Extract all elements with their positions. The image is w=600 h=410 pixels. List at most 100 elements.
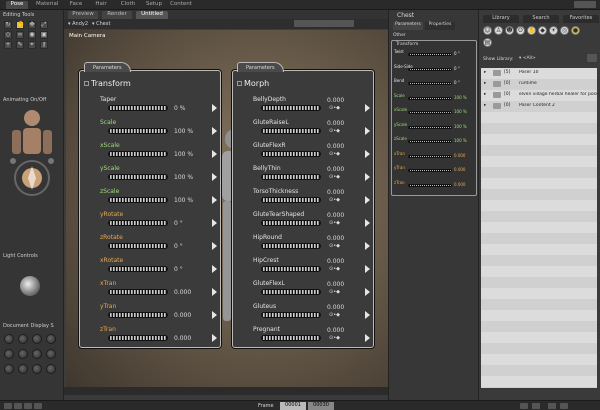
parameter-dial[interactable] <box>108 289 168 295</box>
group-other[interactable]: Other <box>393 33 406 38</box>
chest-parameter-dial[interactable] <box>408 169 452 172</box>
parameter-menu-arrow-icon[interactable] <box>365 196 370 204</box>
parameter-value[interactable]: 0 % <box>174 105 185 112</box>
library-row[interactable]: ▸ [0] Poser Content 2 <box>481 101 597 112</box>
tab-favorites[interactable]: Favorites <box>563 15 599 23</box>
first-frame-button[interactable] <box>4 403 12 409</box>
morph-options-icon[interactable]: ⊙•◆ <box>329 105 340 111</box>
parameter-value[interactable]: 0.000 <box>327 166 344 173</box>
display-style-icon[interactable] <box>32 334 42 344</box>
twist-tool-icon[interactable]: ✋ <box>16 21 24 29</box>
tab-face[interactable]: Face <box>68 1 84 9</box>
chest-parameter-value[interactable]: 100 % <box>454 124 467 129</box>
parameter-menu-arrow-icon[interactable] <box>212 265 217 273</box>
chest-parameter-value[interactable]: 0.000 <box>454 167 465 172</box>
display-style-icon[interactable] <box>18 364 28 374</box>
morph-options-icon[interactable]: ⊙•◆ <box>329 197 340 203</box>
parameter-value[interactable]: 0.000 <box>327 212 344 219</box>
display-style-icon[interactable] <box>46 334 56 344</box>
show-library-select[interactable]: ▾ <All> <box>519 56 536 61</box>
lights-icon[interactable]: ☀ <box>549 26 558 35</box>
display-style-icon[interactable] <box>4 349 14 359</box>
tab-preview[interactable]: Preview <box>68 11 98 19</box>
parameter-menu-arrow-icon[interactable] <box>212 127 217 135</box>
parameters-tab[interactable]: Parameters <box>237 62 284 72</box>
parameter-dial[interactable] <box>108 266 168 272</box>
parameter-value[interactable]: 0.000 <box>327 143 344 150</box>
chest-parameter-value[interactable]: 100 % <box>454 95 467 100</box>
group-transform[interactable]: Transform <box>396 42 418 47</box>
tab-render[interactable]: Render <box>102 11 132 19</box>
tab-material[interactable]: Material <box>36 1 58 9</box>
light-dial-icon[interactable] <box>20 276 40 296</box>
materials-icon[interactable]: ● <box>571 26 580 35</box>
morph-brush-icon[interactable]: ✎ <box>16 41 24 49</box>
parameter-value[interactable]: 0 ° <box>174 243 183 250</box>
view-controls[interactable] <box>294 20 354 27</box>
chest-parameter-value[interactable]: 0 ° <box>454 51 460 56</box>
display-style-icon[interactable] <box>32 349 42 359</box>
parameter-dial[interactable] <box>261 151 321 157</box>
parameter-menu-arrow-icon[interactable] <box>365 127 370 135</box>
expand-arrow-icon[interactable]: ▸ <box>484 70 486 75</box>
morph-options-icon[interactable]: ⊙•◆ <box>329 289 340 295</box>
chest-parameter-value[interactable]: 0 ° <box>454 80 460 85</box>
hands-icon[interactable]: ✋ <box>527 26 536 35</box>
add-library-button[interactable] <box>587 54 597 62</box>
parameter-value[interactable]: 0.000 <box>174 289 191 296</box>
parameter-dial[interactable] <box>108 335 168 341</box>
tab-content[interactable]: Content <box>170 1 192 9</box>
expand-arrow-icon[interactable]: ▸ <box>484 103 486 108</box>
parameter-dial[interactable] <box>261 266 321 272</box>
display-style-icon[interactable] <box>18 334 28 344</box>
parameter-value[interactable]: 100 % <box>174 197 193 204</box>
record-button[interactable] <box>548 403 556 409</box>
chest-parameter-value[interactable]: 0 ° <box>454 66 460 71</box>
current-frame-field[interactable]: 00001 <box>280 402 306 410</box>
parameter-menu-arrow-icon[interactable] <box>212 196 217 204</box>
display-style-icon[interactable] <box>18 349 28 359</box>
tab-setup[interactable]: Setup <box>146 1 162 9</box>
parameter-value[interactable]: 0.000 <box>327 189 344 196</box>
parameter-value[interactable]: 0 ° <box>174 266 183 273</box>
parameter-menu-arrow-icon[interactable] <box>212 150 217 158</box>
tab-hair[interactable]: Hair <box>94 1 108 9</box>
parameter-dial[interactable] <box>108 197 168 203</box>
parameter-value[interactable]: 0.000 <box>327 120 344 127</box>
parameter-menu-arrow-icon[interactable] <box>365 334 370 342</box>
tab-cloth[interactable]: Cloth <box>120 1 136 9</box>
library-row[interactable]: ▸ [0] runtime <box>481 79 597 90</box>
morph-options-icon[interactable]: ⊙•◆ <box>329 243 340 249</box>
morph-options-icon[interactable]: ⊙•◆ <box>329 174 340 180</box>
parameter-dial[interactable] <box>261 312 321 318</box>
tab-pose[interactable]: Pose <box>6 1 28 9</box>
display-style-icon[interactable] <box>4 364 14 374</box>
chest-parameter-dial[interactable] <box>408 96 452 100</box>
parameter-value[interactable]: 0.000 <box>327 97 344 104</box>
rotate-tool-icon[interactable]: ↻ <box>4 21 12 29</box>
cameras-icon[interactable]: ◎ <box>560 26 569 35</box>
parameter-value[interactable]: 100 % <box>174 128 193 135</box>
lock-tool-icon[interactable]: ⚷ <box>40 41 48 49</box>
parameter-menu-arrow-icon[interactable] <box>365 150 370 158</box>
total-frames-field[interactable]: 00030 <box>308 402 334 410</box>
parameter-dial[interactable] <box>108 174 168 180</box>
chest-parameter-value[interactable]: 100 % <box>454 138 467 143</box>
actor-select[interactable]: ▾ Chest <box>92 21 110 27</box>
figures-icon[interactable]: ☺ <box>483 26 492 35</box>
parameter-menu-arrow-icon[interactable] <box>212 311 217 319</box>
parameter-value[interactable]: 100 % <box>174 151 193 158</box>
chest-parameter-dial[interactable] <box>408 111 452 114</box>
parameter-dial[interactable] <box>108 243 168 249</box>
library-row[interactable]: ▸ [0] elven village herbal healer for pose <box>481 90 597 101</box>
next-frame-button[interactable] <box>34 403 42 409</box>
display-style-icon[interactable] <box>32 364 42 374</box>
display-style-icon[interactable] <box>4 334 14 344</box>
parameter-menu-arrow-icon[interactable] <box>365 242 370 250</box>
camera-select[interactable]: ▾ Andy2 <box>68 21 88 27</box>
tab-parameters[interactable]: Parameters <box>393 22 423 30</box>
chest-parameter-dial[interactable] <box>408 82 452 85</box>
morph-options-icon[interactable]: ⊙•◆ <box>329 128 340 134</box>
chest-parameter-value[interactable]: 0.000 <box>454 153 465 158</box>
parameter-dial[interactable] <box>261 174 321 180</box>
